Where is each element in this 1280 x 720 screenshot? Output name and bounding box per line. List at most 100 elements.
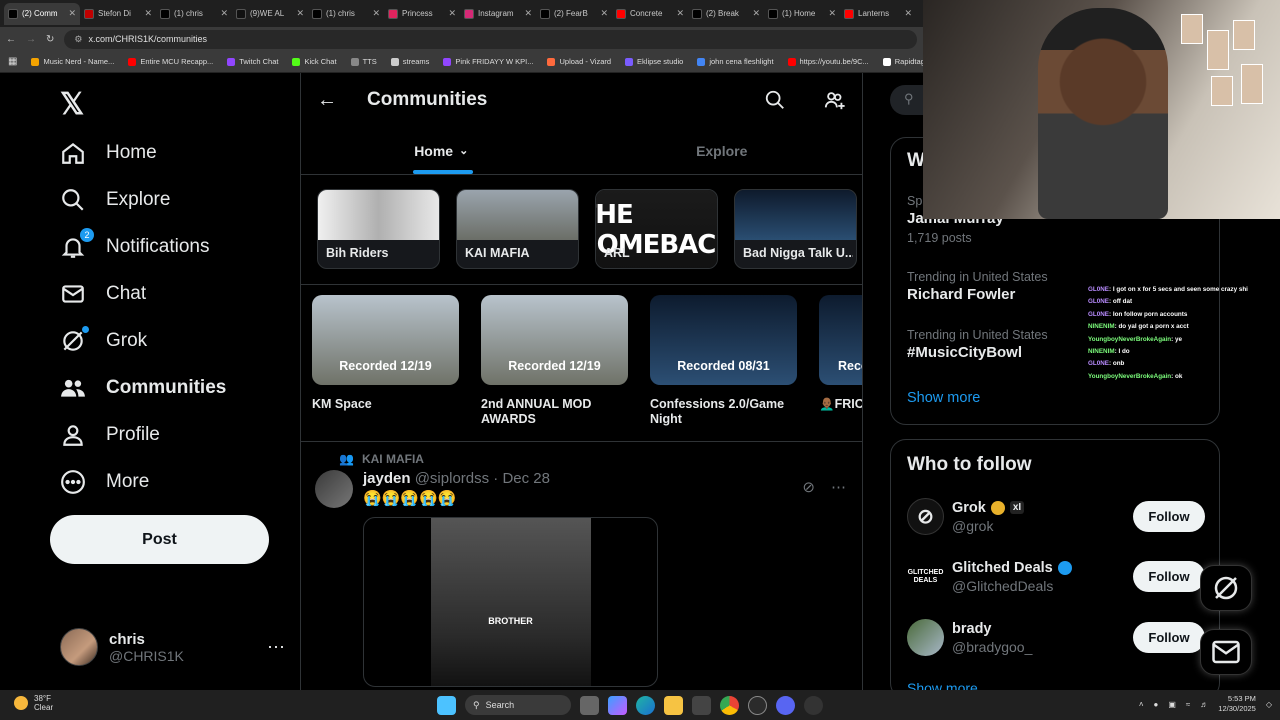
bookmark-item[interactable]: Rapidtags | You (882, 57, 923, 66)
trend-item[interactable]: Trending in United States Richard Fowler (907, 270, 1048, 303)
app-icon[interactable] (804, 695, 823, 715)
volume-icon[interactable]: ♬ (1200, 700, 1208, 709)
site-info-icon[interactable]: ⚙ (74, 34, 82, 45)
more-dots-icon[interactable]: ⋯ (831, 478, 846, 496)
microphone-icon[interactable]: ● (1154, 700, 1159, 709)
close-tab-icon[interactable]: ✕ (524, 8, 532, 19)
bookmark-item[interactable]: Upload - Vizard (547, 57, 611, 66)
close-tab-icon[interactable]: ✕ (676, 8, 684, 19)
browser-tab[interactable]: Lanterns ✕ (840, 3, 916, 25)
add-people-icon[interactable] (824, 89, 846, 111)
copilot-icon[interactable] (608, 695, 627, 715)
display-icon[interactable]: ▣ (1168, 700, 1176, 709)
close-tab-icon[interactable]: ✕ (828, 8, 836, 19)
file-explorer-icon[interactable] (664, 695, 683, 715)
account-switcher[interactable]: chris @CHRIS1K ⋯ (60, 628, 285, 666)
browser-tab[interactable]: Concrete ✕ (612, 3, 688, 25)
browser-tab[interactable]: (2) FearB ✕ (536, 3, 612, 25)
grok-fab[interactable] (1200, 565, 1252, 611)
weather-widget[interactable]: 38°F Clear (14, 694, 53, 712)
edge-icon[interactable] (636, 695, 655, 715)
chrome-icon[interactable] (720, 695, 739, 715)
browser-tab[interactable]: (1) chris ✕ (156, 3, 232, 25)
x-logo-icon[interactable]: 𝕏 (60, 87, 84, 122)
close-tab-icon[interactable]: ✕ (144, 8, 152, 19)
browser-tab[interactable]: Princess ✕ (384, 3, 460, 25)
close-tab-icon[interactable]: ✕ (372, 8, 380, 19)
community-card[interactable]: KAI MAFIA (456, 189, 579, 269)
close-tab-icon[interactable]: ✕ (752, 8, 760, 19)
discord-icon[interactable] (776, 695, 795, 715)
nav-item-profile[interactable]: Profile (60, 422, 160, 448)
bookmark-item[interactable]: https://youtu.be/9C... (787, 57, 869, 66)
bookmark-item[interactable]: Pink FRIDAYY W KPI... (443, 57, 533, 66)
close-tab-icon[interactable]: ✕ (296, 8, 304, 19)
nav-item-home[interactable]: Home (60, 140, 157, 166)
follow-suggestion[interactable]: brady @bradygoo_ Follow (907, 619, 1205, 656)
windows-start-icon[interactable] (437, 695, 456, 715)
author-handle[interactable]: @siplordss (415, 470, 489, 487)
avatar[interactable] (315, 470, 353, 508)
browser-tab[interactable]: (1) Home ✕ (764, 3, 840, 25)
follow-button[interactable]: Follow (1133, 501, 1205, 532)
browser-tab[interactable]: Instagram ✕ (460, 3, 536, 25)
notification-bell-icon[interactable]: ◇ (1266, 700, 1272, 709)
nav-item-explore[interactable]: Explore (60, 187, 170, 213)
store-icon[interactable] (692, 695, 711, 715)
follow-button[interactable]: Follow (1133, 622, 1205, 653)
follow-button[interactable]: Follow (1133, 561, 1205, 592)
bookmark-item[interactable]: john cena fleshlight (697, 57, 774, 66)
nav-item-more[interactable]: More (60, 469, 149, 495)
close-tab-icon[interactable]: ✕ (904, 8, 912, 19)
space-card[interactable]: Recorded 08/31 Confessions 2.0/Game Nigh… (650, 295, 797, 441)
wifi-icon[interactable]: ≈ (1186, 700, 1190, 709)
grok-icon[interactable]: ⊘ (802, 478, 815, 496)
show-more-link[interactable]: Show more (907, 390, 980, 406)
back-arrow-icon[interactable]: ← (6, 34, 16, 45)
close-tab-icon[interactable]: ✕ (600, 8, 608, 19)
forward-arrow-icon[interactable]: → (26, 34, 36, 45)
space-card[interactable]: Recorded 12/19 KM Space (312, 295, 459, 441)
apps-grid-icon[interactable]: ▦ (8, 56, 17, 67)
tab-explore[interactable]: Explore (582, 127, 863, 174)
community-post[interactable]: 👥 KAI MAFIA jayden @siplordss · Dec 28 😭… (301, 442, 862, 687)
more-dots-icon[interactable]: ⋯ (267, 637, 285, 658)
bookmark-item[interactable]: streams (390, 57, 429, 66)
browser-tab[interactable]: (1) chris ✕ (308, 3, 384, 25)
task-view-icon[interactable] (580, 695, 599, 715)
space-card[interactable]: Recorded 12/19 2nd ANNUAL MOD AWARDS (481, 295, 628, 441)
bookmark-item[interactable]: Entire MCU Recapp... (128, 57, 213, 66)
messages-fab[interactable] (1200, 629, 1252, 675)
author-name[interactable]: jayden (363, 470, 411, 487)
browser-tab[interactable]: (9)WE AL ✕ (232, 3, 308, 25)
browser-tab[interactable]: (2) Break ✕ (688, 3, 764, 25)
reload-icon[interactable]: ↻ (46, 34, 54, 45)
bookmark-item[interactable]: TTS (350, 57, 377, 66)
post-button[interactable]: Post (50, 515, 269, 564)
close-tab-icon[interactable]: ✕ (448, 8, 456, 19)
browser-tab[interactable]: (2) Comm ✕ (4, 2, 80, 25)
back-arrow-icon[interactable]: ← (317, 89, 337, 112)
search-icon[interactable] (764, 89, 786, 111)
community-card[interactable]: Bih Riders (317, 189, 440, 269)
nav-item-communities[interactable]: Communities (60, 375, 226, 401)
bookmark-item[interactable]: Music Nerd - Name... (31, 57, 114, 66)
nav-item-chat[interactable]: Chat (60, 281, 146, 307)
community-card[interactable]: Bad Nigga Talk U... (734, 189, 857, 269)
tab-home[interactable]: Home ⌄ (301, 127, 582, 174)
clock[interactable]: 5:53 PM 12/30/2025 (1218, 694, 1256, 714)
browser-tab[interactable]: Stefon Di ✕ (80, 3, 156, 25)
bookmark-item[interactable]: Twitch Chat (227, 57, 278, 66)
bookmark-item[interactable]: Kick Chat (292, 57, 337, 66)
trend-item[interactable]: Trending in United States #MusicCityBowl (907, 328, 1048, 361)
follow-suggestion[interactable]: ⊘ Grok xI @grok Follow (907, 498, 1205, 535)
post-media[interactable]: BROTHER (363, 517, 658, 687)
community-card[interactable]: THE COMEBACK ARL (595, 189, 718, 269)
nav-item-notifications[interactable]: 2 Notifications (60, 228, 210, 260)
follow-suggestion[interactable]: GLITCHED DEALS Glitched Deals @GlitchedD… (907, 558, 1205, 595)
taskbar-search[interactable]: ⚲ Search (465, 695, 571, 715)
close-tab-icon[interactable]: ✕ (68, 8, 76, 19)
close-tab-icon[interactable]: ✕ (220, 8, 228, 19)
nav-item-grok[interactable]: Grok (60, 326, 147, 354)
app-icon[interactable] (748, 695, 767, 715)
